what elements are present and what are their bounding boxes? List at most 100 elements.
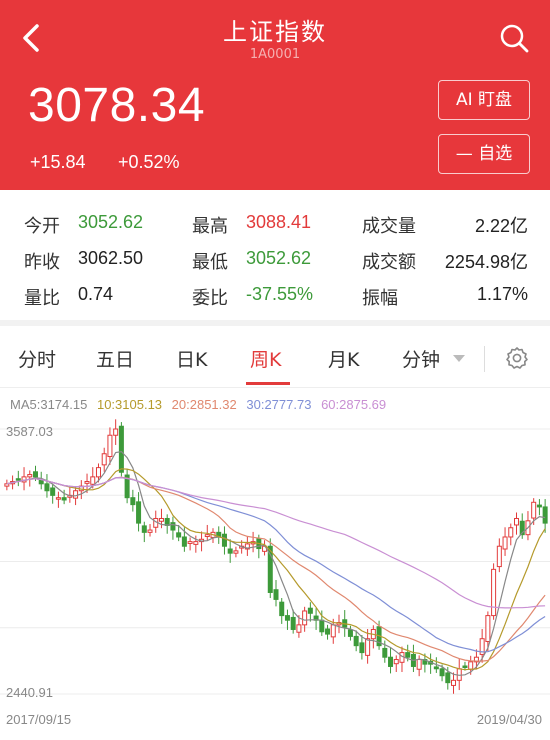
low-value: 3052.62 bbox=[246, 248, 312, 268]
candle-down bbox=[284, 615, 290, 621]
commission-ratio-label: 委比 bbox=[192, 288, 228, 308]
gear-icon[interactable] bbox=[505, 346, 529, 370]
candle-down bbox=[542, 506, 548, 524]
candle-down bbox=[130, 497, 136, 506]
open-value: 3052.62 bbox=[78, 212, 144, 232]
candle-up bbox=[365, 638, 371, 656]
tab-five-day[interactable]: 五日 bbox=[96, 345, 134, 372]
candle-up bbox=[158, 517, 164, 522]
tab-divider bbox=[484, 346, 485, 372]
low-label: 最低 bbox=[192, 252, 228, 272]
candle-up bbox=[27, 474, 33, 478]
candle-down bbox=[445, 672, 451, 684]
candle-down bbox=[50, 487, 56, 496]
candle-up bbox=[296, 624, 302, 633]
candle-down bbox=[32, 471, 38, 478]
candle-down bbox=[347, 629, 353, 637]
price-change-percent: +0.52% bbox=[118, 152, 180, 172]
candle-down bbox=[536, 504, 542, 508]
tab-daily-k[interactable]: 日K bbox=[176, 345, 207, 372]
amplitude-value: 1.17% bbox=[476, 284, 528, 304]
y-min-label: 2440.91 bbox=[6, 685, 53, 700]
tab-monthly-k[interactable]: 月K bbox=[328, 345, 359, 372]
candle-up bbox=[147, 529, 153, 533]
candle-down bbox=[136, 501, 142, 524]
prev-close-value: 3062.50 bbox=[78, 248, 144, 268]
candle-down bbox=[227, 548, 233, 554]
volume-ratio-value: 0.74 bbox=[78, 284, 114, 304]
candle-up bbox=[233, 550, 239, 554]
candle-down bbox=[325, 628, 331, 635]
candle-down bbox=[273, 589, 279, 600]
candle-down bbox=[319, 619, 325, 633]
candle-down bbox=[170, 522, 176, 531]
candle-up bbox=[101, 453, 107, 466]
page-title: 上证指数 bbox=[223, 18, 327, 46]
candle-up bbox=[485, 615, 491, 642]
candle-up bbox=[107, 434, 113, 458]
ma-legend: MA5:3174.15 10:3105.13 20:2851.32 30:277… bbox=[10, 397, 392, 412]
candle-up bbox=[451, 679, 457, 686]
ai-monitor-button[interactable]: AI 盯盘 bbox=[438, 80, 530, 120]
amount-value: 2254.98亿 bbox=[444, 252, 528, 272]
candle-up bbox=[416, 659, 422, 670]
ma30-label: 30:2777.73 bbox=[246, 397, 312, 412]
candle-down bbox=[433, 666, 439, 670]
open-label: 今开 bbox=[24, 216, 60, 236]
candle-up bbox=[95, 467, 101, 478]
candle-up bbox=[302, 610, 308, 626]
candle-down bbox=[439, 668, 445, 677]
search-icon[interactable] bbox=[496, 20, 532, 56]
candle-up bbox=[187, 541, 193, 544]
ma5-line bbox=[6, 450, 546, 676]
candle-up bbox=[73, 490, 79, 499]
active-tab-indicator bbox=[246, 382, 290, 385]
x-start-label: 2017/09/15 bbox=[6, 712, 72, 727]
candle-up bbox=[502, 536, 508, 550]
candle-down bbox=[382, 647, 388, 658]
ma10-label: 10:3105.13 bbox=[96, 397, 163, 412]
tab-minute[interactable]: 分钟 bbox=[402, 345, 440, 372]
candle-down bbox=[353, 635, 359, 647]
candle-down bbox=[15, 478, 21, 481]
candle-up bbox=[113, 428, 119, 436]
quote-header: 上证指数 1A0001 3078.34 +15.84 +0.52% AI 盯盘 … bbox=[0, 0, 550, 190]
candle-up bbox=[496, 545, 502, 568]
candle-up bbox=[90, 476, 96, 485]
candle-down bbox=[141, 525, 147, 533]
candle-down bbox=[181, 536, 187, 547]
candle-down bbox=[61, 497, 67, 501]
x-end-label: 2019/04/30 bbox=[476, 712, 542, 727]
candle-up bbox=[330, 624, 336, 638]
volume-label: 成交量 bbox=[362, 216, 416, 236]
remove-favorite-button[interactable]: — 自选 bbox=[438, 134, 530, 174]
candle-up bbox=[514, 517, 520, 526]
y-max-label: 3587.03 bbox=[6, 424, 53, 439]
ma20-label: 20:2851.32 bbox=[171, 397, 237, 412]
quote-stats: 今开 3052.62 最高 3088.41 成交量 2.22亿 昨收 3062.… bbox=[0, 190, 550, 320]
prev-close-label: 昨收 bbox=[24, 252, 60, 272]
candle-down bbox=[279, 601, 285, 617]
kline-svg bbox=[0, 419, 550, 695]
amplitude-label: 振幅 bbox=[362, 288, 398, 308]
current-price: 3078.34 bbox=[28, 79, 206, 132]
weekly-kline-chart[interactable]: MA5:3174.15 10:3105.13 20:2851.32 30:277… bbox=[0, 389, 550, 740]
candle-down bbox=[290, 616, 296, 630]
volume-value: 2.22亿 bbox=[474, 216, 528, 236]
ma60-label: 60:2875.69 bbox=[321, 397, 387, 412]
high-value: 3088.41 bbox=[246, 212, 312, 232]
commission-ratio-value: -37.55% bbox=[246, 284, 314, 304]
chevron-down-icon[interactable] bbox=[453, 355, 465, 362]
candle-up bbox=[4, 483, 10, 487]
candle-down bbox=[359, 642, 365, 654]
tab-weekly-k[interactable]: 周K bbox=[250, 345, 281, 372]
candle-up bbox=[531, 501, 537, 519]
tab-intraday[interactable]: 分时 bbox=[18, 345, 56, 372]
high-label: 最高 bbox=[192, 216, 228, 236]
candle-up bbox=[193, 541, 199, 545]
candle-down bbox=[221, 533, 227, 547]
candle-up bbox=[393, 659, 399, 665]
amount-label: 成交额 bbox=[362, 252, 416, 272]
candle-down bbox=[118, 425, 124, 473]
chart-period-tabs: 分时 五日 日K 周K 月K 分钟 bbox=[0, 326, 550, 388]
